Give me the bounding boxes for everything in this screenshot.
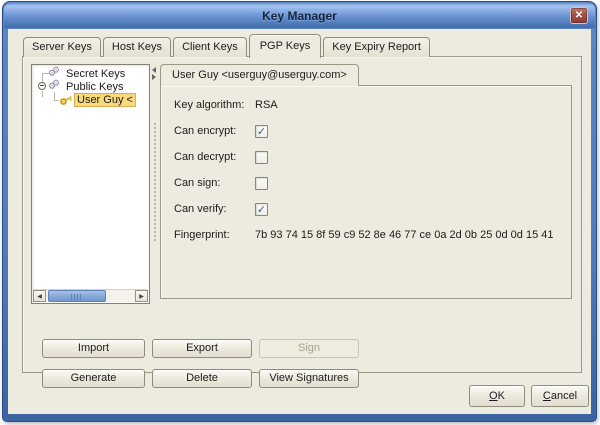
can-verify-checkbox[interactable]: ✓	[255, 203, 268, 216]
tab-host-keys[interactable]: Host Keys	[103, 37, 171, 57]
field-label: Fingerprint:	[174, 229, 255, 241]
field-can-verify: Can verify: ✓	[174, 202, 571, 216]
key-detail-panel: Key algorithm: RSA Can encrypt: ✓ Can de…	[160, 85, 572, 299]
scrollbar-track[interactable]	[46, 290, 135, 302]
key-manager-window: Key Manager ✕ Server Keys Host Keys Clie…	[2, 1, 597, 422]
key-tree: ⚙⚙ Secret Keys ⚙⚙ Public Keys User Guy	[31, 64, 150, 304]
tab-pgp-keys[interactable]: PGP Keys	[249, 34, 322, 58]
can-encrypt-checkbox[interactable]: ✓	[255, 125, 268, 138]
can-sign-checkbox[interactable]	[255, 177, 268, 190]
field-label: Can sign:	[174, 177, 255, 189]
field-can-encrypt: Can encrypt: ✓	[174, 124, 571, 138]
screenshot: Key Manager ✕ Server Keys Host Keys Clie…	[0, 0, 600, 425]
scroll-right-icon[interactable]: ▶	[135, 290, 148, 302]
field-label: Key algorithm:	[174, 99, 255, 111]
view-signatures-button[interactable]: View Signatures	[259, 369, 359, 388]
field-fingerprint: Fingerprint: 7b 93 74 15 8f 59 c9 52 8e …	[174, 228, 571, 242]
tree-item-label: Public Keys	[64, 81, 125, 93]
titlebar[interactable]: Key Manager ✕	[4, 3, 595, 28]
field-can-sign: Can sign:	[174, 176, 571, 190]
field-key-algorithm: Key algorithm: RSA	[174, 98, 571, 112]
pgp-keys-panel: ⚙⚙ Secret Keys ⚙⚙ Public Keys User Guy	[22, 56, 582, 373]
scrollbar-thumb[interactable]	[48, 290, 106, 302]
splitter-grip	[153, 122, 157, 242]
tree-item-label: User Guy <	[75, 94, 135, 106]
ok-button[interactable]: OK	[469, 385, 525, 407]
import-button[interactable]: Import	[42, 339, 145, 358]
splitter-handle-icon[interactable]	[152, 66, 158, 80]
tab-key-expiry-report[interactable]: Key Expiry Report	[323, 37, 430, 57]
gears-icon: ⚙⚙	[48, 81, 61, 93]
field-label: Can encrypt:	[174, 125, 255, 137]
tab-server-keys[interactable]: Server Keys	[23, 37, 101, 57]
key-algorithm-value: RSA	[255, 99, 278, 111]
tree-expander-icon[interactable]	[38, 82, 46, 90]
pane-splitter[interactable]	[151, 64, 159, 304]
window-title: Key Manager	[262, 9, 337, 23]
generate-button[interactable]: Generate	[42, 369, 145, 388]
scroll-left-icon[interactable]: ◀	[33, 290, 46, 302]
close-icon[interactable]: ✕	[570, 7, 588, 24]
gears-icon: ⚙⚙	[48, 68, 61, 80]
main-tab-bar: Server Keys Host Keys Client Keys PGP Ke…	[23, 33, 432, 57]
field-can-decrypt: Can decrypt:	[174, 150, 571, 164]
field-label: Can decrypt:	[174, 151, 255, 163]
sign-button[interactable]: Sign	[259, 339, 359, 358]
dialog-body: Server Keys Host Keys Client Keys PGP Ke…	[8, 29, 591, 414]
tab-client-keys[interactable]: Client Keys	[173, 37, 247, 57]
fingerprint-value: 7b 93 74 15 8f 59 c9 52 8e 46 77 ce 0a 2…	[255, 229, 553, 241]
delete-button[interactable]: Delete	[152, 369, 252, 388]
tree-item-label: Secret Keys	[64, 68, 127, 80]
detail-key-tab[interactable]: User Guy <userguy@userguy.com>	[160, 64, 359, 86]
can-decrypt-checkbox[interactable]	[255, 151, 268, 164]
tree-item-user-guy[interactable]: User Guy <	[59, 93, 135, 106]
export-button[interactable]: Export	[152, 339, 252, 358]
field-label: Can verify:	[174, 203, 255, 215]
cancel-button[interactable]: Cancel	[531, 385, 589, 407]
key-icon	[59, 94, 73, 106]
tree-item-public-keys[interactable]: ⚙⚙ Public Keys	[48, 80, 125, 93]
tree-hscrollbar: ◀ ▶	[33, 289, 148, 302]
